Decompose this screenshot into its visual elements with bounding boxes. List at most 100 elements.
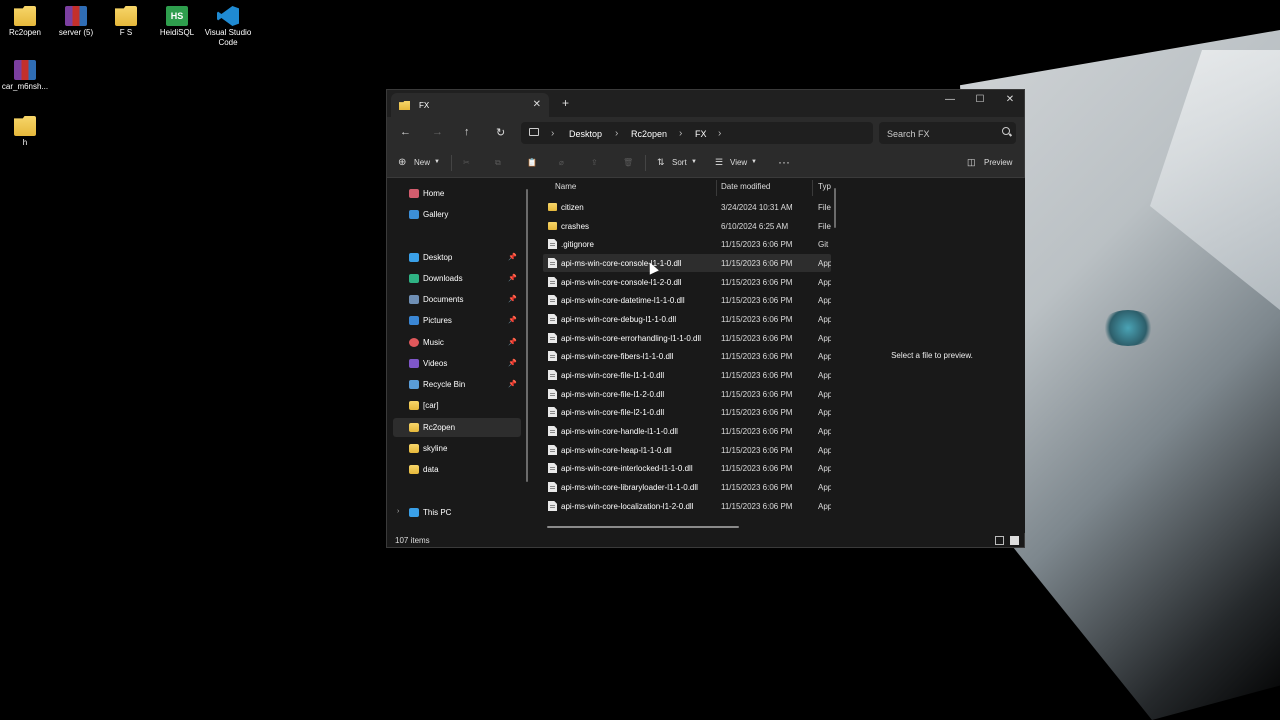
file-row[interactable]: api-ms-win-core-handle-l1-1-0.dll 11/15/2… [543, 422, 831, 440]
search-icon[interactable] [1002, 127, 1010, 135]
file-date: 11/15/2023 6:06 PM [721, 371, 793, 380]
cut-icon[interactable]: ✂ [463, 158, 470, 167]
file-row[interactable]: api-ms-win-core-heap-l1-1-0.dll 11/15/202… [543, 441, 831, 459]
minimize-button[interactable]: — [935, 94, 965, 105]
sidebar-item-home[interactable]: Home [393, 184, 521, 203]
column-header-name[interactable]: Name [555, 182, 576, 191]
desktop-icon [409, 253, 419, 262]
address-bar: ← → ↑ ↻ › Desktop › Rc2open › FX › [387, 117, 1024, 149]
file-row[interactable]: citizen 3/24/2024 10:31 AM File [543, 198, 831, 216]
file-row[interactable]: crashes 6/10/2024 6:25 AM File [543, 217, 831, 235]
breadcrumb-desktop[interactable]: Desktop [569, 129, 602, 139]
new-tab-button[interactable]: + [562, 96, 569, 110]
desktop-icon-server[interactable]: server (5) [48, 6, 104, 38]
file-type: Git I [818, 240, 831, 249]
sidebar-item-downloads[interactable]: Downloads 📌 [393, 269, 521, 288]
sidebar-item-gallery[interactable]: Gallery [393, 205, 521, 224]
new-button[interactable]: New [414, 158, 430, 167]
file-date: 11/15/2023 6:06 PM [721, 315, 793, 324]
desktop-icon-label: Rc2open [8, 28, 42, 37]
file-list-vertical-scrollbar[interactable] [834, 188, 836, 228]
title-bar: FX ✕ + — ☐ ✕ [387, 90, 1024, 117]
share-icon[interactable]: ⇪ [591, 158, 598, 167]
dll-file-icon [548, 351, 557, 361]
search-box[interactable] [879, 122, 1016, 144]
desktop-icon-rc2open[interactable]: Rc2open [0, 6, 53, 38]
column-divider[interactable] [812, 180, 813, 196]
view-button[interactable]: View [730, 158, 747, 167]
sidebar-item-documents[interactable]: Documents 📌 [393, 290, 521, 309]
file-row[interactable]: api-ms-win-core-file-l1-2-0.dll 11/15/202… [543, 385, 831, 403]
file-row[interactable]: .gitignore 11/15/2023 6:06 PM Git I [543, 235, 831, 253]
file-row[interactable]: api-ms-win-core-file-l1-1-0.dll 11/15/202… [543, 366, 831, 384]
file-row[interactable]: api-ms-win-core-errorhandling-l1-1-0.dll… [543, 329, 831, 347]
file-type: App [818, 334, 831, 343]
desktop-icon-label: Visual Studio Code [204, 28, 252, 47]
rar-archive-icon [65, 6, 87, 26]
sidebar-item-recycle-bin[interactable]: Recycle Bin 📌 [393, 375, 521, 394]
preview-button[interactable]: Preview [984, 158, 1012, 167]
tab-fx[interactable]: FX ✕ [391, 93, 549, 117]
file-type: App [818, 408, 831, 417]
sidebar-item-desktop[interactable]: Desktop 📌 [393, 248, 521, 267]
breadcrumb[interactable]: › Desktop › Rc2open › FX › [521, 122, 873, 144]
file-name: api-ms-win-core-libraryloader-l1-1-0.dll [561, 483, 698, 492]
sidebar-item-this-pc[interactable]: › This PC [393, 503, 521, 522]
refresh-button[interactable]: ↻ [496, 126, 505, 139]
file-date: 11/15/2023 6:06 PM [721, 352, 793, 361]
sidebar-item-videos[interactable]: Videos 📌 [393, 354, 521, 373]
rename-icon[interactable]: ⌀ [559, 158, 564, 167]
search-input[interactable] [885, 126, 999, 142]
up-button[interactable]: ↑ [464, 126, 470, 138]
copy-icon[interactable]: ⧉ [495, 158, 501, 168]
sidebar-item-data[interactable]: data [393, 460, 521, 479]
desktop-icon-heidisql[interactable]: HS HeidiSQL [149, 6, 205, 38]
sidebar-item-pictures[interactable]: Pictures 📌 [393, 311, 521, 330]
sort-button[interactable]: Sort [672, 158, 687, 167]
close-button[interactable]: ✕ [995, 94, 1025, 105]
file-date: 11/15/2023 6:06 PM [721, 296, 793, 305]
navigation-scrollbar[interactable] [526, 189, 528, 482]
large-icons-view-icon[interactable] [1010, 536, 1019, 545]
more-options-button[interactable]: ··· [778, 155, 790, 169]
folder-icon [548, 222, 557, 230]
breadcrumb-rc2open[interactable]: Rc2open [631, 129, 667, 139]
delete-icon[interactable]: 🗑 [623, 158, 633, 167]
file-row[interactable]: api-ms-win-core-interlocked-l1-1-0.dll 11… [543, 459, 831, 477]
back-button[interactable]: ← [400, 126, 411, 138]
desktop-icon-h[interactable]: h [0, 116, 53, 148]
column-divider[interactable] [716, 180, 717, 196]
sidebar-item-music[interactable]: Music 📌 [393, 333, 521, 352]
file-row[interactable]: api-ms-win-core-libraryloader-l1-1-0.dll… [543, 478, 831, 496]
desktop-icon-fs[interactable]: F S [98, 6, 154, 38]
forward-button[interactable]: → [432, 126, 443, 138]
breadcrumb-fx[interactable]: FX [695, 129, 707, 139]
column-header-date-modified[interactable]: Date modified [721, 182, 770, 191]
close-tab-icon[interactable]: ✕ [533, 99, 541, 110]
file-row[interactable]: api-ms-win-core-fibers-l1-1-0.dll 11/15/2… [543, 347, 831, 365]
file-row[interactable]: api-ms-win-core-console-l1-1-0.dll 11/15/… [543, 254, 831, 272]
file-row[interactable]: api-ms-win-core-datetime-l1-1-0.dll 11/15… [543, 291, 831, 309]
file-list-horizontal-scrollbar[interactable] [547, 526, 739, 528]
file-name: api-ms-win-core-fibers-l1-1-0.dll [561, 352, 674, 361]
column-header-type[interactable]: Typ [818, 182, 831, 191]
file-row[interactable]: api-ms-win-core-localization-l1-2-0.dll 1… [543, 497, 831, 515]
file-row[interactable]: api-ms-win-core-file-l2-1-0.dll 11/15/202… [543, 403, 831, 421]
file-type: App [818, 296, 831, 305]
details-view-icon[interactable] [995, 536, 1004, 545]
file-row[interactable]: api-ms-win-core-console-l1-2-0.dll 11/15/… [543, 273, 831, 291]
file-name: api-ms-win-core-file-l1-1-0.dll [561, 371, 665, 380]
maximize-button[interactable]: ☐ [965, 94, 995, 105]
chevron-right-icon[interactable]: › [397, 508, 399, 515]
sidebar-item-rc2open[interactable]: Rc2open [393, 418, 521, 437]
folder-icon [409, 423, 419, 432]
file-row[interactable]: api-ms-win-core-debug-l1-1-0.dll 11/15/20… [543, 310, 831, 328]
sidebar-item-skyline[interactable]: skyline [393, 439, 521, 458]
sidebar-item-label: This PC [423, 508, 452, 517]
desktop-icon-vscode[interactable]: Visual Studio Code [200, 6, 256, 48]
toolbar-divider [451, 155, 452, 171]
sidebar-item-car[interactable]: [car] [393, 396, 521, 415]
paste-icon[interactable]: 📋 [527, 158, 537, 167]
desktop-icon-car[interactable]: car_m6nsh... [0, 60, 53, 92]
preview-pane: Select a file to preview. [839, 178, 1025, 533]
